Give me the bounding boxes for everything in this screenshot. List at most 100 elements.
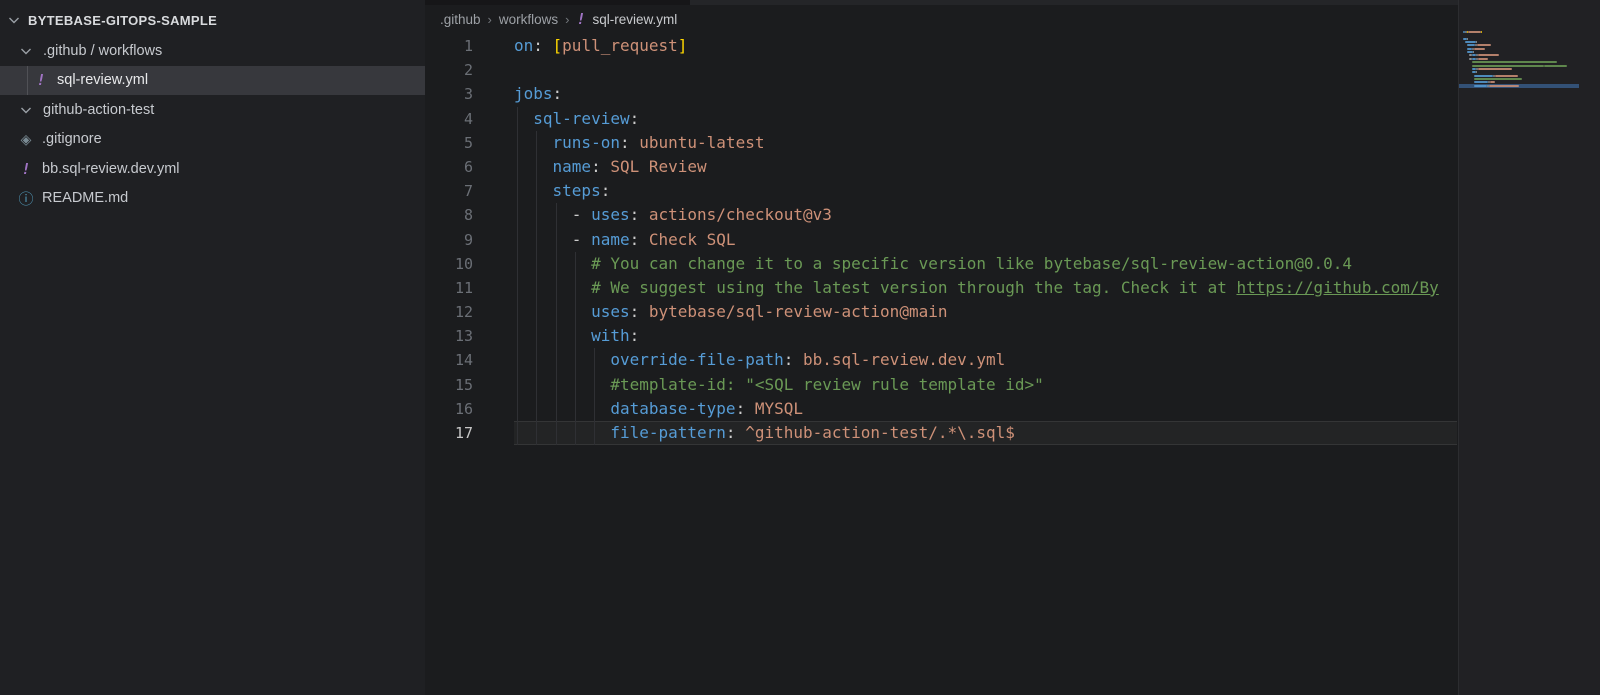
code-line-10[interactable]: 10 # You can change it to a specific ver…	[425, 251, 1457, 276]
breadcrumb-item-sql-review.yml[interactable]: sql-review.yml	[593, 12, 678, 27]
minimap-line	[1472, 51, 1474, 54]
code-line-12[interactable]: 12 uses: bytebase/sql-review-action@main	[425, 300, 1457, 325]
line-number: 13	[454, 327, 473, 346]
indent-guide	[574, 324, 576, 349]
breadcrumb-item-.github[interactable]: .github	[440, 12, 481, 27]
vscode-window: BYTEBASE-GITOPS-SAMPLE .github / workflo…	[0, 0, 1600, 695]
code-line-6[interactable]: 6 name: SQL Review	[425, 154, 1457, 180]
code-line-4[interactable]: 4 sql-review:	[425, 106, 1457, 131]
minimap-line	[1467, 37, 1469, 40]
tree-item-sql-review.yml[interactable]: ! sql-review.yml	[0, 65, 425, 95]
line-number: 15	[454, 375, 473, 394]
code-line-content: - uses: actions/checkout@v3	[514, 203, 1457, 228]
code-line-15[interactable]: 15 #template-id: "<SQL review rule templ…	[425, 372, 1457, 397]
comment-link[interactable]: https://github.com/By	[1236, 278, 1438, 297]
tree-item-github-action-test[interactable]: github-action-test	[0, 95, 425, 125]
line-number: 5	[463, 133, 473, 152]
code-editor[interactable]: 1 on: [pull_request] 2 3 jobs: 4 sql-review: 5…	[425, 34, 1457, 695]
indent-guide	[594, 421, 596, 446]
git-icon: ◈	[20, 130, 32, 147]
indent-guide	[574, 396, 576, 421]
code-line-3[interactable]: 3 jobs:	[425, 82, 1457, 106]
indent-guide	[517, 275, 518, 301]
tree-item-readme.md[interactable]: ⓘ README.md	[0, 184, 425, 214]
indent-guide	[536, 203, 538, 228]
line-number: 8	[463, 206, 473, 225]
code-line-17[interactable]: 17 file-pattern: ^github-action-test/.*\…	[425, 421, 1457, 446]
minimap-line	[1465, 41, 1476, 44]
code-line-content: database-type: MYSQL	[514, 396, 1457, 421]
code-line-content: sql-review:	[514, 106, 1457, 131]
tree-item-bb.sql-review.dev.yml[interactable]: ! bb.sql-review.dev.yml	[0, 154, 425, 184]
code-line-5[interactable]: 5 runs-on: ubuntu-latest	[425, 130, 1457, 155]
minimap-line	[1473, 47, 1485, 50]
line-number: 7	[463, 182, 473, 201]
explorer-project-header[interactable]: BYTEBASE-GITOPS-SAMPLE	[0, 0, 425, 40]
breadcrumb: .github › workflows ›! sql-review.yml	[425, 6, 1472, 32]
breadcrumb-item-workflows[interactable]: workflows	[499, 12, 558, 27]
minimap-line	[1478, 67, 1512, 70]
code-line-8[interactable]: 8 - uses: actions/checkout@v3	[425, 203, 1457, 228]
code-line-11[interactable]: 11 # We suggest using the latest version…	[425, 275, 1457, 301]
indent-guide	[555, 227, 557, 252]
indent-guide	[536, 251, 538, 276]
code-line-13[interactable]: 13 with:	[425, 324, 1457, 349]
tree-indent-guide	[27, 65, 28, 95]
code-line-content: - name: Check SQL	[514, 227, 1457, 252]
yaml-icon: !	[21, 159, 31, 178]
breadcrumb-separator-icon: ›	[487, 11, 492, 27]
line-number: 14	[454, 351, 473, 370]
tree-item-.github-workflows[interactable]: .github / workflows	[0, 36, 425, 66]
code-line-1[interactable]: 1 on: [pull_request]	[425, 34, 1457, 58]
line-number: 17	[454, 424, 473, 442]
line-number: 16	[454, 399, 473, 418]
indent-guide	[536, 421, 538, 446]
info-icon: ⓘ	[18, 190, 34, 208]
indent-guide	[536, 130, 538, 155]
indent-guide	[536, 227, 538, 252]
indent-guide	[555, 348, 557, 373]
line-number: 10	[454, 254, 473, 273]
minimap-line	[1471, 64, 1544, 67]
minimap-line	[1471, 61, 1557, 64]
minimap-line	[1475, 71, 1478, 74]
indent-guide	[536, 179, 538, 204]
code-line-content: uses: bytebase/sql-review-action@main	[514, 300, 1457, 325]
minimap-line	[1478, 57, 1488, 60]
indent-guide	[574, 275, 576, 301]
code-line-content: jobs:	[514, 84, 563, 104]
code-line-14[interactable]: 14 override-file-path: bb.sql-review.dev…	[425, 348, 1457, 373]
indent-guide	[517, 154, 518, 180]
indent-guide	[536, 348, 538, 373]
indent-guide	[517, 251, 518, 276]
line-number: 4	[463, 109, 473, 128]
code-line-9[interactable]: 9 - name: Check SQL	[425, 227, 1457, 252]
indent-guide	[517, 203, 518, 228]
indent-guide	[574, 348, 576, 373]
minimap[interactable]	[1458, 0, 1600, 695]
indent-guide	[536, 396, 538, 421]
code-line-content: steps:	[514, 179, 1457, 204]
code-line-7[interactable]: 7 steps:	[425, 179, 1457, 204]
indent-guide	[517, 300, 518, 325]
sidebar-explorer: BYTEBASE-GITOPS-SAMPLE .github / workflo…	[0, 0, 425, 695]
code-line-content: on: [pull_request]	[514, 36, 688, 55]
indent-guide	[555, 275, 557, 301]
code-line-2[interactable]: 2	[425, 58, 1457, 82]
indent-guide	[574, 300, 576, 325]
yaml-icon: !	[576, 10, 586, 28]
code-line-content: runs-on: ubuntu-latest	[514, 130, 1457, 155]
minimap-line	[1468, 31, 1482, 33]
line-number: 2	[463, 61, 473, 80]
tree-item-label: .github / workflows	[43, 42, 163, 59]
indent-guide	[536, 300, 538, 325]
indent-guide	[536, 275, 538, 301]
indent-guide	[594, 372, 596, 397]
code-line-16[interactable]: 16 database-type: MYSQL	[425, 396, 1457, 421]
tree-item-.gitignore[interactable]: ◈ .gitignore	[0, 125, 425, 155]
tree-item-label: .gitignore	[42, 131, 102, 148]
chevron-down-icon	[18, 43, 34, 59]
active-tab-edge	[425, 0, 690, 5]
indent-guide	[517, 179, 518, 204]
code-line-content	[514, 58, 1457, 82]
